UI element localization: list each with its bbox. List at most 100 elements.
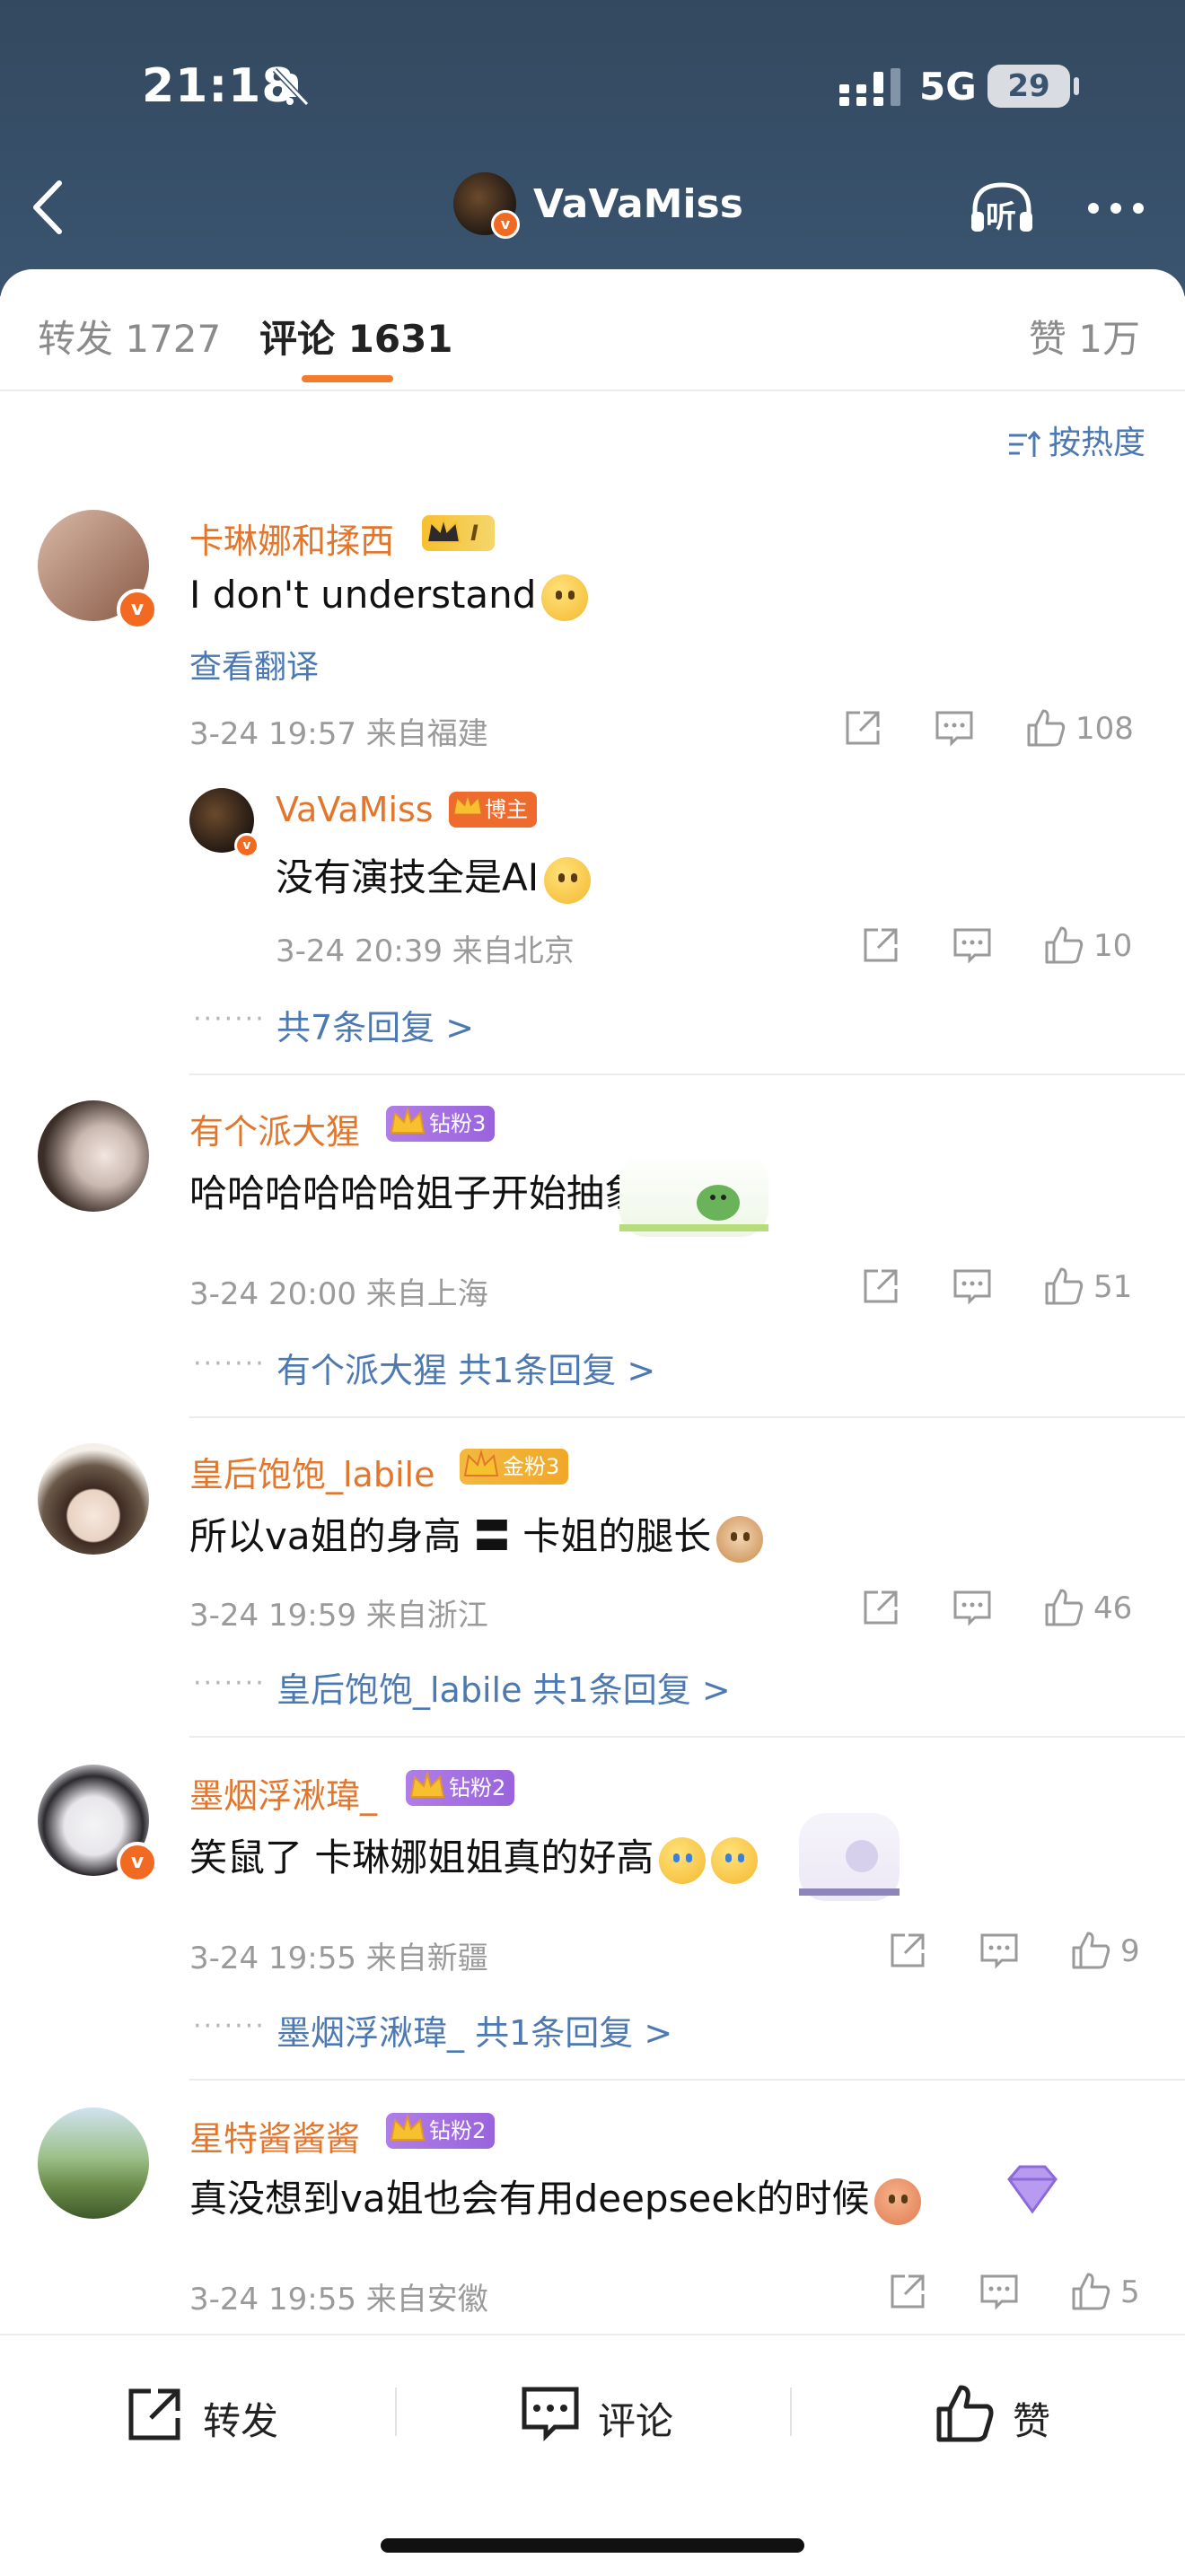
divider bbox=[189, 2079, 1185, 2081]
thinking-emoji-icon bbox=[541, 574, 589, 621]
battery-indicator: 29 bbox=[988, 65, 1070, 108]
replies-count: 共1条回复 > bbox=[532, 1670, 731, 1710]
reply-dots: ······· bbox=[193, 1348, 266, 1380]
comment-icon bbox=[522, 2387, 579, 2442]
share-icon[interactable] bbox=[860, 1587, 901, 1628]
comment-username[interactable]: 有个派大猩 bbox=[189, 1104, 360, 1153]
fan-badge-label: 钻粉3 bbox=[429, 1111, 487, 1136]
nervous-emoji-icon bbox=[544, 856, 592, 904]
tab-repost[interactable]: 转发 1727 bbox=[38, 309, 221, 364]
like-icon[interactable] bbox=[1043, 1587, 1084, 1628]
like-icon bbox=[936, 2385, 994, 2442]
sort-button[interactable]: 按热度 bbox=[1005, 416, 1146, 463]
comment-icon[interactable] bbox=[979, 1930, 1020, 1971]
fan-badge[interactable]: 钻粉3 bbox=[386, 1106, 496, 1142]
like-count: 10 bbox=[1093, 928, 1133, 964]
replies-count: 共1条回复 > bbox=[475, 2013, 673, 2053]
fan-badge[interactable]: 钻粉2 bbox=[386, 2113, 496, 2149]
comment-username[interactable]: 皇后饱饱_labile bbox=[189, 1447, 434, 1496]
replies-user: 有个派大猩 bbox=[276, 1351, 448, 1390]
comment-meta: 3-24 19:57 来自福建 bbox=[189, 716, 488, 752]
comment-icon[interactable] bbox=[952, 924, 993, 966]
like-icon[interactable] bbox=[1070, 1930, 1111, 1971]
like-icon[interactable] bbox=[1025, 707, 1066, 749]
share-icon[interactable] bbox=[860, 1266, 901, 1307]
active-tab-indicator bbox=[302, 375, 393, 382]
fan-badge[interactable]: 钻粉2 bbox=[406, 1770, 515, 1806]
back-arrow-icon[interactable] bbox=[27, 176, 70, 239]
crown-icon bbox=[452, 791, 483, 816]
fan-badge[interactable]: I bbox=[422, 515, 495, 551]
sort-label: 按热度 bbox=[1048, 425, 1146, 461]
separator bbox=[395, 2388, 397, 2436]
author-badge[interactable]: 博主 bbox=[449, 791, 537, 828]
view-replies-link[interactable]: 墨烟浮湫瑋_ 共1条回复 > bbox=[276, 2005, 672, 2055]
verified-badge-icon: v bbox=[117, 589, 158, 630]
translate-link[interactable]: 查看翻译 bbox=[189, 641, 319, 688]
repost-label: 转发 bbox=[203, 2399, 279, 2443]
comment-meta: 3-24 19:55 来自安徽 bbox=[189, 2282, 488, 2318]
tab-like[interactable]: 赞 1万 bbox=[1029, 309, 1140, 364]
nav-title[interactable]: VaVaMiss bbox=[533, 181, 743, 227]
author-badge-label: 博主 bbox=[485, 797, 528, 822]
content-card bbox=[0, 269, 1185, 2574]
verified-badge-icon: v bbox=[234, 833, 259, 858]
like-count: 51 bbox=[1093, 1269, 1133, 1305]
verified-badge-icon: v bbox=[117, 1842, 158, 1883]
replies-count: 共1条回复 > bbox=[458, 1351, 656, 1390]
like-count: 5 bbox=[1120, 2274, 1140, 2310]
tab-comment[interactable]: 评论 1631 bbox=[259, 309, 453, 364]
share-icon[interactable] bbox=[887, 2271, 928, 2312]
crown-icon bbox=[390, 2113, 426, 2141]
comment-icon[interactable] bbox=[934, 707, 975, 749]
comment-icon[interactable] bbox=[952, 1587, 993, 1628]
reply-dots: ······· bbox=[193, 1003, 266, 1035]
like-count: 46 bbox=[1093, 1590, 1133, 1626]
battery-tip bbox=[1074, 77, 1079, 95]
reply-avatar[interactable]: v bbox=[189, 788, 259, 858]
like-count: 108 bbox=[1075, 711, 1134, 747]
commenter-avatar[interactable] bbox=[38, 2107, 149, 2219]
separator bbox=[790, 2388, 792, 2436]
like-label: 赞 bbox=[1013, 2399, 1051, 2443]
comment-username[interactable]: 卡琳娜和揉西 bbox=[189, 513, 394, 563]
reply-username[interactable]: VaVaMiss bbox=[276, 790, 434, 829]
share-icon[interactable] bbox=[842, 707, 883, 749]
home-indicator bbox=[381, 2538, 804, 2553]
verified-badge-icon: v bbox=[491, 210, 520, 239]
comment-actions: 46 bbox=[860, 1587, 1147, 1634]
like-icon[interactable] bbox=[1070, 2271, 1111, 2312]
fan-badge-label: I bbox=[470, 521, 478, 546]
tab-bar: 转发 1727 评论 1631 赞 1万 bbox=[0, 269, 1185, 391]
reply-meta: 3-24 20:39 来自北京 bbox=[276, 933, 575, 969]
comment-icon[interactable] bbox=[979, 2271, 1020, 2312]
listen-button[interactable]: 听 bbox=[968, 176, 1036, 239]
crying-emoji-icon bbox=[711, 1836, 759, 1884]
share-icon[interactable] bbox=[860, 924, 901, 966]
like-icon[interactable] bbox=[1043, 924, 1084, 966]
author-avatar[interactable]: v bbox=[453, 172, 520, 239]
view-replies-link[interactable]: 皇后饱饱_labile 共1条回复 > bbox=[276, 1662, 731, 1712]
sort-icon bbox=[1008, 430, 1041, 457]
fan-badge[interactable]: 金粉3 bbox=[460, 1449, 569, 1485]
divider bbox=[189, 1736, 1185, 1738]
like-icon[interactable] bbox=[1043, 1266, 1084, 1307]
commenter-avatar[interactable] bbox=[38, 1100, 149, 1212]
comment-icon[interactable] bbox=[952, 1266, 993, 1307]
dinosaur-sticker-icon bbox=[619, 1152, 768, 1237]
divider bbox=[189, 1073, 1185, 1075]
like-count: 9 bbox=[1120, 1933, 1140, 1969]
commenter-avatar[interactable] bbox=[38, 1443, 149, 1555]
crown-icon bbox=[463, 1449, 499, 1476]
comment-text: I don't understand bbox=[189, 573, 589, 621]
view-replies-link[interactable]: 有个派大猩 共1条回复 > bbox=[276, 1343, 655, 1392]
comment-username[interactable]: 星特酱酱酱 bbox=[189, 2111, 360, 2160]
reply-text: 没有演技全是AI bbox=[276, 847, 592, 904]
comment-username[interactable]: 墨烟浮湫瑋_ bbox=[189, 1768, 377, 1818]
reply-actions: 10 bbox=[860, 924, 1147, 971]
view-replies-link[interactable]: 共7条回复 > bbox=[276, 1000, 474, 1049]
comment-text: 所以va姐的身高 〓 卡姐的腿长 bbox=[189, 1506, 764, 1563]
share-icon[interactable] bbox=[887, 1930, 928, 1971]
comment-meta: 3-24 19:59 来自浙江 bbox=[189, 1598, 488, 1634]
more-icon[interactable] bbox=[1084, 199, 1147, 217]
